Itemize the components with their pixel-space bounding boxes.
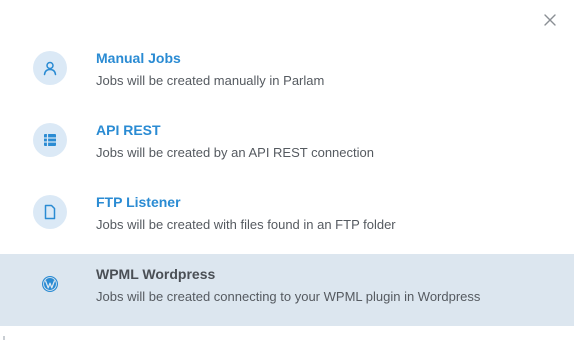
option-wpml-wordpress[interactable]: WPML Wordpress Jobs will be created conn… bbox=[0, 254, 574, 326]
server-icon bbox=[33, 123, 67, 157]
close-icon bbox=[544, 14, 556, 26]
file-icon bbox=[33, 195, 67, 229]
option-description: Jobs will be created manually in Parlam bbox=[96, 73, 325, 88]
option-description: Jobs will be created with files found in… bbox=[96, 217, 396, 232]
option-manual-jobs[interactable]: Manual Jobs Jobs will be created manuall… bbox=[0, 38, 574, 110]
option-title: API REST bbox=[96, 122, 161, 138]
option-ftp-listener[interactable]: FTP Listener Jobs will be created with f… bbox=[0, 182, 574, 254]
option-description: Jobs will be created by an API REST conn… bbox=[96, 145, 374, 160]
user-icon bbox=[33, 51, 67, 85]
job-type-dialog: Manual Jobs Jobs will be created manuall… bbox=[0, 0, 574, 344]
close-button[interactable] bbox=[540, 10, 560, 30]
job-type-options: Manual Jobs Jobs will be created manuall… bbox=[0, 38, 574, 326]
option-title: FTP Listener bbox=[96, 194, 181, 210]
divider-mark bbox=[3, 336, 5, 340]
option-title: Manual Jobs bbox=[96, 50, 181, 66]
option-title: WPML Wordpress bbox=[96, 266, 216, 282]
wordpress-icon bbox=[33, 267, 67, 301]
option-description: Jobs will be created connecting to your … bbox=[96, 289, 481, 304]
option-api-rest[interactable]: API REST Jobs will be created by an API … bbox=[0, 110, 574, 182]
